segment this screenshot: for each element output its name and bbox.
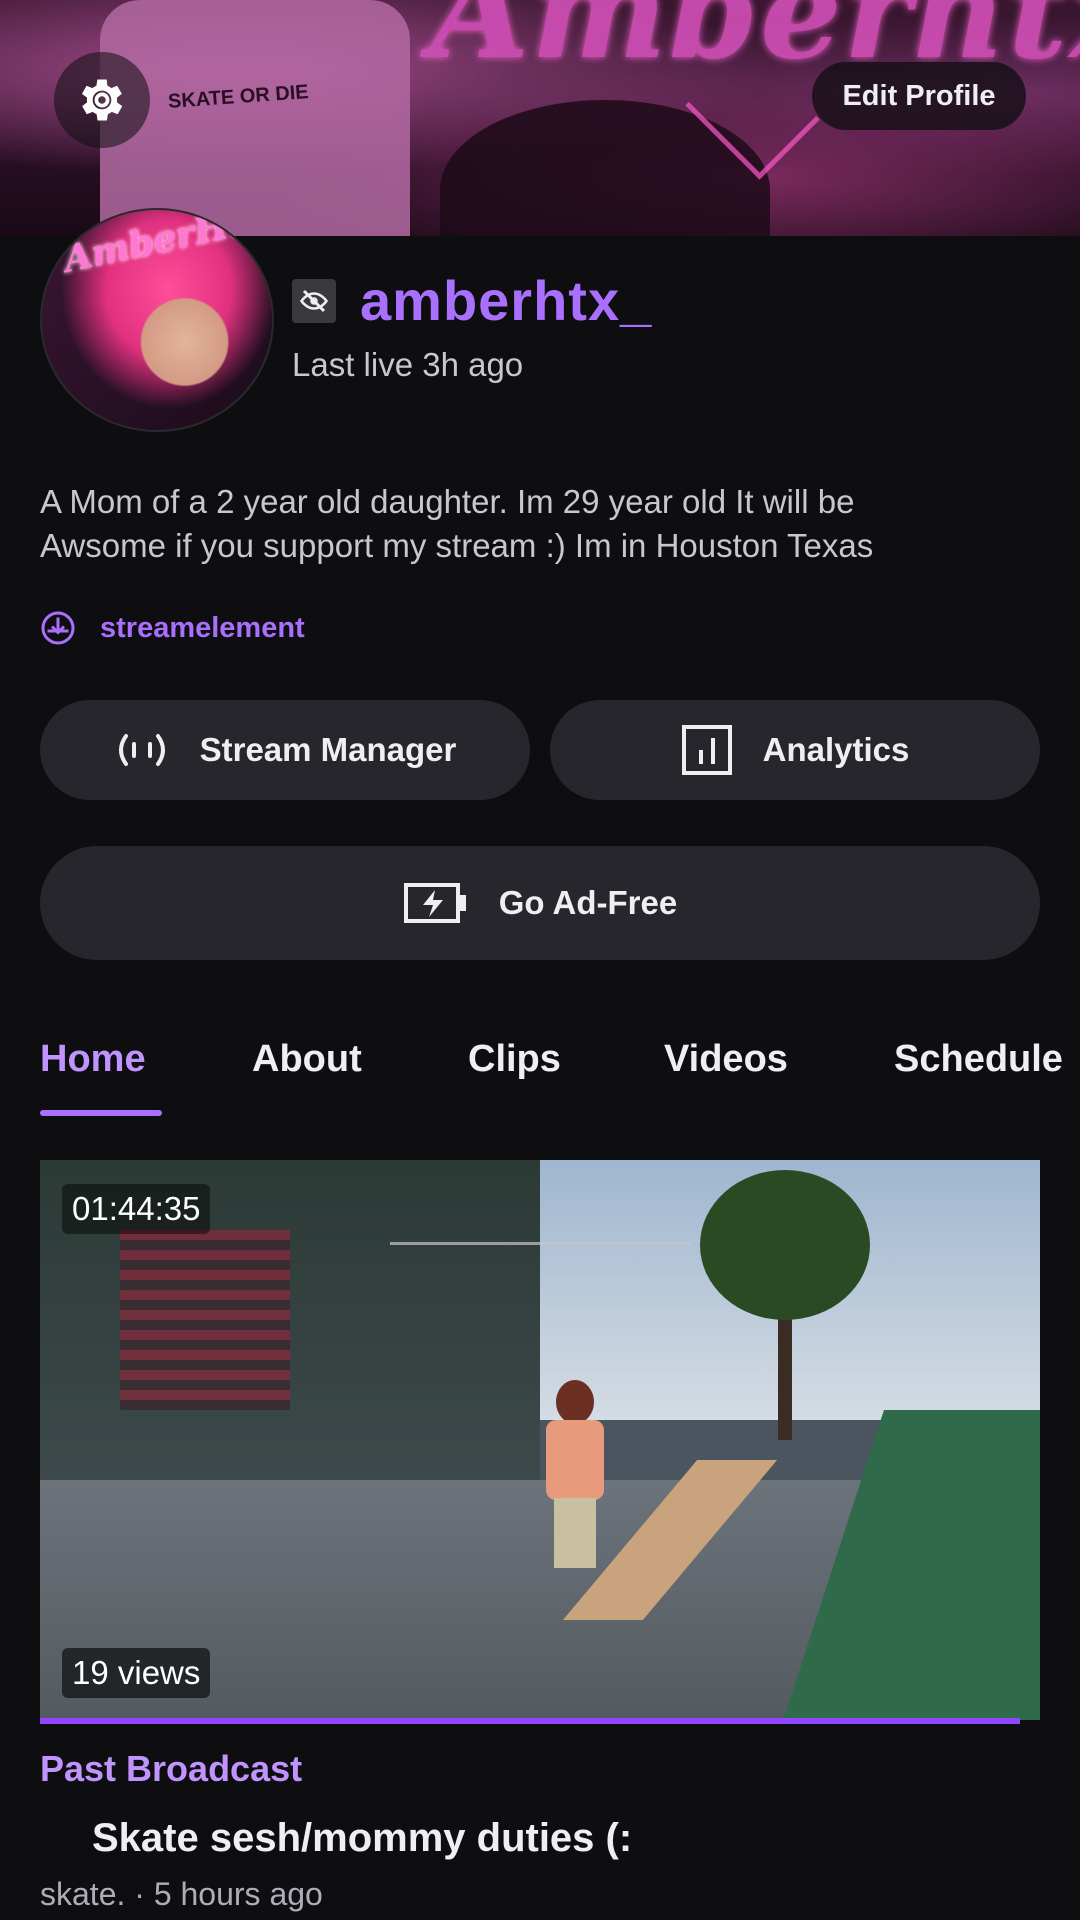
broadcast-icon [114, 730, 170, 770]
go-ad-free-label: Go Ad-Free [498, 884, 678, 921]
skater-head [556, 1380, 594, 1424]
video-meta: skate. · 5 hours ago [40, 1876, 323, 1912]
analytics-label: Analytics [762, 731, 910, 768]
tab-schedule[interactable]: Schedule [894, 1038, 1063, 1081]
settings-button[interactable] [54, 52, 150, 148]
analytics-button[interactable]: Analytics [550, 700, 1040, 800]
tab-videos[interactable]: Videos [664, 1038, 788, 1081]
gear-icon [74, 72, 130, 128]
last-live-status: Last live 3h ago [292, 346, 524, 383]
video-type-label: Past Broadcast [40, 1748, 303, 1789]
video-thumbnail[interactable]: 01:44:35 19 views [40, 1160, 1040, 1720]
video-title[interactable]: Skate sesh/mommy duties (: [92, 1816, 632, 1861]
username-row: amberhtx_ [292, 268, 652, 333]
tab-home[interactable]: Home [40, 1038, 146, 1081]
skater-legs [554, 1498, 596, 1568]
link-icon [40, 610, 76, 646]
skater-body [546, 1420, 604, 1500]
username: amberhtx_ [360, 269, 653, 332]
thumbnail-hud-bar [390, 1242, 690, 1245]
thumbnail-skater [540, 1380, 610, 1580]
link-label: streamelement [100, 611, 305, 644]
video-views-badge: 19 views [62, 1648, 211, 1698]
video-duration-badge: 01:44:35 [62, 1184, 211, 1234]
profile-tabs: Home About Clips Videos Schedule [0, 1030, 1080, 1120]
tab-about[interactable]: About [252, 1038, 362, 1081]
profile-bio: A Mom of a 2 year old daughter. Im 29 ye… [40, 483, 874, 564]
social-link[interactable]: streamelement [40, 610, 305, 646]
edit-profile-button[interactable]: Edit Profile [812, 62, 1026, 130]
watch-progress-bar [40, 1718, 1020, 1724]
active-tab-indicator [40, 1110, 162, 1116]
offline-eye-icon [292, 278, 336, 323]
stream-manager-button[interactable]: Stream Manager [40, 700, 530, 800]
banner-shirt-art [100, 0, 410, 236]
stream-manager-label: Stream Manager [199, 731, 457, 768]
tab-clips[interactable]: Clips [468, 1038, 561, 1081]
thumbnail-tree [700, 1170, 870, 1320]
thumbnail-awning [120, 1230, 290, 1410]
thumbnail-tree-trunk [778, 1310, 792, 1440]
battery-bolt-icon [403, 880, 469, 926]
go-ad-free-button[interactable]: Go Ad-Free [40, 846, 1040, 960]
analytics-icon [681, 724, 733, 776]
profile-banner: SKATE OR DIE Amberhtx Edit Profile [0, 0, 1080, 236]
avatar[interactable]: AmberHtx [40, 208, 274, 432]
